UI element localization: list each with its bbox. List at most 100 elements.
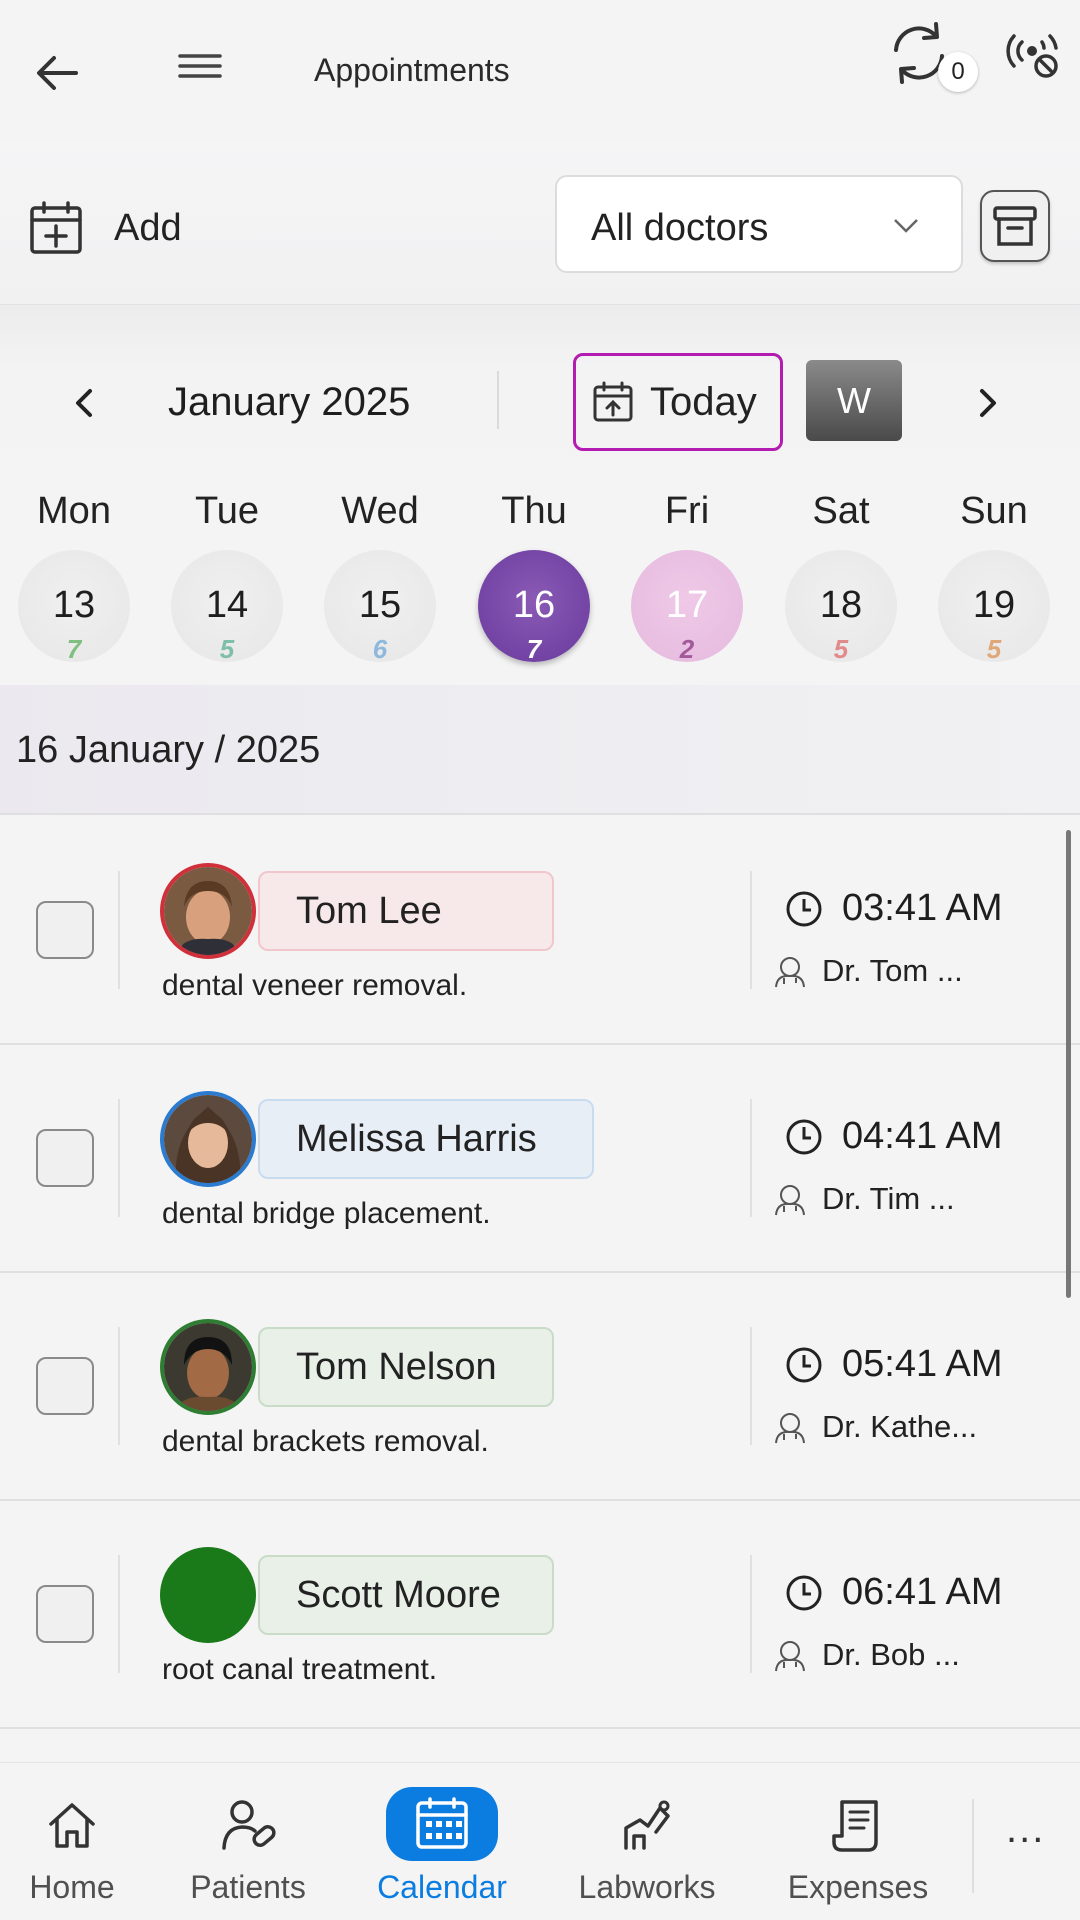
time-text: 05:41 AM — [842, 1343, 1003, 1385]
divider — [118, 871, 120, 989]
chevron-left-icon[interactable] — [64, 383, 104, 423]
appointment-row[interactable]: Melissa Harris dental bridge placement. … — [0, 1045, 1080, 1273]
patient-name[interactable]: Tom Nelson — [258, 1327, 554, 1407]
time-text: 06:41 AM — [842, 1571, 1003, 1613]
nav-label: Calendar — [377, 1869, 507, 1905]
day-number: 15 — [358, 584, 402, 626]
patient-avatar — [160, 1547, 256, 1643]
more-button[interactable]: ... — [1006, 1807, 1045, 1852]
appointment-checkbox[interactable] — [36, 1357, 94, 1415]
day-number: 17 — [665, 584, 709, 626]
nav-label: Home — [29, 1869, 115, 1905]
patient-name[interactable]: Melissa Harris — [258, 1099, 594, 1179]
day-name: Fri — [664, 490, 710, 532]
appointment-list: Tom Lee dental veneer removal. 03:41 AM … — [0, 817, 1080, 1762]
time-text: 03:41 AM — [842, 887, 1003, 929]
nav-label: Patients — [190, 1869, 306, 1905]
day-appt-count: 6 — [372, 634, 388, 664]
divider — [750, 1099, 752, 1217]
appointment-row[interactable]: Tom Nelson dental brackets removal. 05:4… — [0, 1273, 1080, 1501]
nav-label: Expenses — [787, 1869, 929, 1905]
appointment-doctor: Dr. Tim ... — [772, 1181, 955, 1217]
day-appt-count: 2 — [679, 634, 695, 664]
appointment-row[interactable]: Scott Moore root canal treatment. 06:41 … — [0, 1501, 1080, 1729]
doctor-name: Dr. Tim ... — [822, 1181, 955, 1216]
day-number: 16 — [512, 584, 556, 626]
patient-avatar — [160, 1091, 256, 1187]
bottom-navigation: Home Patients Calendar Labworks Expenses… — [0, 1762, 1080, 1920]
appointment-doctor: Dr. Bob ... — [772, 1637, 960, 1673]
nav-home[interactable]: Home — [14, 1763, 130, 1920]
today-label: Today — [650, 379, 757, 424]
nav-labworks[interactable]: Labworks — [566, 1763, 728, 1920]
doctor-filter-select[interactable]: All doctors — [555, 175, 963, 273]
patient-avatar — [160, 863, 256, 959]
doctor-name: Dr. Bob ... — [822, 1637, 960, 1672]
day-name: Tue — [194, 490, 260, 532]
labworks-icon — [615, 1793, 679, 1857]
calendar-add-icon — [30, 201, 82, 254]
appointment-checkbox[interactable] — [36, 1129, 94, 1187]
day-circle: 14 5 — [171, 550, 283, 664]
day-circle: 17 2 — [631, 550, 743, 664]
appointment-row[interactable]: Tom Lee dental veneer removal. 03:41 AM … — [0, 817, 1080, 1045]
doctor-name: Dr. Kathe... — [822, 1409, 978, 1444]
divider — [497, 371, 499, 429]
patient-avatar — [160, 1319, 256, 1415]
doctor-filter-value: All doctors — [591, 207, 769, 249]
nav-patients[interactable]: Patients — [168, 1763, 328, 1920]
day-number: 13 — [52, 584, 96, 626]
avatar-photo — [164, 867, 252, 955]
doctor-icon — [775, 1185, 805, 1216]
clock-icon — [786, 891, 822, 926]
avatar-photo — [164, 1323, 252, 1411]
day-number: 18 — [819, 584, 863, 626]
appointment-checkbox[interactable] — [36, 901, 94, 959]
appointment-doctor: Dr. Kathe... — [772, 1409, 977, 1445]
procedure-text: dental bridge placement. — [162, 1197, 491, 1230]
divider — [750, 1327, 752, 1445]
time-text: 04:41 AM — [842, 1115, 1003, 1157]
appointment-time: 03:41 AM — [784, 887, 1003, 930]
today-button[interactable]: Today — [573, 353, 783, 451]
back-arrow-icon[interactable] — [30, 45, 86, 101]
patients-icon — [216, 1793, 280, 1857]
chevron-right-icon[interactable] — [968, 383, 1008, 423]
day-sat[interactable]: Sat 18 5 — [781, 490, 901, 664]
menu-icon[interactable] — [172, 42, 228, 98]
nav-label: Labworks — [578, 1869, 716, 1905]
day-appt-count: 7 — [66, 634, 82, 664]
day-circle: 16 7 — [478, 550, 590, 664]
day-fri[interactable]: Fri 17 2 — [627, 490, 747, 664]
appointment-checkbox[interactable] — [36, 1585, 94, 1643]
archive-button[interactable] — [980, 190, 1050, 262]
list-scrollbar[interactable] — [1066, 830, 1071, 1298]
patient-name[interactable]: Scott Moore — [258, 1555, 554, 1635]
avatar-photo — [164, 1095, 252, 1183]
day-appt-count: 7 — [526, 634, 542, 664]
nav-expenses[interactable]: Expenses — [778, 1763, 938, 1920]
doctor-icon — [775, 1413, 805, 1444]
add-appointment-button[interactable]: Add — [28, 198, 182, 258]
offline-signal-icon[interactable] — [1000, 26, 1064, 82]
day-name: Sun — [960, 490, 1028, 532]
chevron-down-icon — [894, 219, 918, 233]
calendar-week-strip: January 2025 Today W Mon 13 7 Tue 14 5 W… — [0, 305, 1080, 685]
day-wed[interactable]: Wed 15 6 — [320, 490, 440, 664]
view-mode-button[interactable]: W — [806, 360, 902, 441]
day-tue[interactable]: Tue 14 5 — [167, 490, 287, 664]
clock-icon — [786, 1119, 822, 1154]
divider — [118, 1555, 120, 1673]
day-name: Mon — [37, 490, 111, 532]
divider — [750, 1555, 752, 1673]
day-name: Thu — [501, 490, 567, 532]
day-thu-selected[interactable]: Thu 16 7 — [474, 490, 594, 664]
add-label: Add — [114, 206, 182, 249]
day-mon[interactable]: Mon 13 7 — [14, 490, 134, 664]
nav-calendar[interactable]: Calendar — [362, 1763, 522, 1920]
day-circle: 13 7 — [18, 550, 130, 664]
day-name: Sat — [812, 490, 870, 532]
day-sun[interactable]: Sun 19 5 — [934, 490, 1054, 664]
procedure-text: dental veneer removal. — [162, 969, 468, 1002]
patient-name[interactable]: Tom Lee — [258, 871, 554, 951]
